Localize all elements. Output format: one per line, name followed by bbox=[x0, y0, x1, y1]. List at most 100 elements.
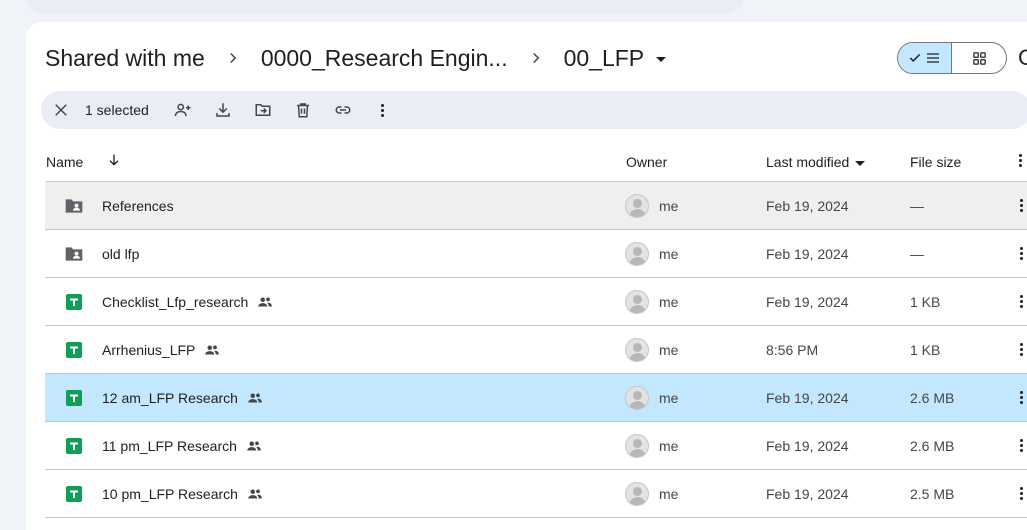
owner-cell: me bbox=[625, 230, 678, 277]
owner-name: me bbox=[659, 245, 679, 262]
dropdown-caret-icon bbox=[656, 56, 667, 62]
row-more-button[interactable] bbox=[1013, 422, 1027, 469]
file-name-cell: Arrhenius_LFP bbox=[102, 326, 221, 373]
owner-name: me bbox=[659, 437, 679, 454]
sort-caret-icon bbox=[855, 160, 866, 166]
details-button-partial[interactable]: C bbox=[1018, 45, 1027, 71]
copy-link-button[interactable] bbox=[323, 91, 363, 129]
file-row[interactable]: 10 pm_LFP Research me Feb 19, 2024 2.5 M… bbox=[45, 470, 1027, 518]
last-modified: Feb 19, 2024 bbox=[766, 197, 849, 214]
shared-folder-icon bbox=[65, 198, 83, 213]
row-more-button[interactable] bbox=[1013, 182, 1027, 229]
owner-name: me bbox=[659, 293, 679, 310]
row-more-button[interactable] bbox=[1013, 326, 1027, 373]
list-icon bbox=[927, 53, 939, 63]
column-file-size[interactable]: File size bbox=[910, 154, 961, 170]
more-vert-icon bbox=[1019, 343, 1023, 356]
more-vert-icon bbox=[1019, 154, 1022, 167]
file-row[interactable]: Checklist_Lfp_research me Feb 19, 2024 1… bbox=[45, 278, 1027, 326]
last-modified: 8:56 PM bbox=[766, 341, 819, 358]
file-size: — bbox=[910, 197, 924, 214]
file-name: References bbox=[102, 197, 174, 214]
more-vert-icon bbox=[1019, 391, 1023, 404]
column-owner[interactable]: Owner bbox=[626, 154, 667, 170]
file-name: Checklist_Lfp_research bbox=[102, 293, 249, 310]
file-size: 2.5 MB bbox=[910, 485, 955, 502]
arrow-down-icon bbox=[109, 154, 119, 166]
file-list: References me Feb 19, 2024 — old lfp me … bbox=[45, 182, 1027, 518]
download-button[interactable] bbox=[203, 91, 243, 129]
current-folder-label: 00_LFP bbox=[563, 44, 645, 71]
shared-people-icon bbox=[205, 345, 220, 354]
row-more-button[interactable] bbox=[1013, 278, 1027, 325]
google-sheets-icon bbox=[66, 293, 82, 310]
google-sheets-icon bbox=[66, 389, 82, 406]
owner-cell: me bbox=[625, 182, 678, 229]
owner-name: me bbox=[659, 485, 679, 502]
file-row[interactable]: Arrhenius_LFP me 8:56 PM 1 KB bbox=[45, 326, 1027, 374]
check-icon bbox=[909, 53, 921, 62]
file-type-icon-wrap bbox=[63, 182, 85, 229]
file-name: 10 pm_LFP Research bbox=[102, 485, 238, 502]
avatar bbox=[625, 241, 649, 266]
file-name-cell: Checklist_Lfp_research bbox=[102, 278, 274, 325]
more-vert-icon bbox=[1019, 487, 1023, 500]
column-size-label: File size bbox=[910, 154, 962, 170]
breadcrumb-shared-with-me[interactable]: Shared with me bbox=[45, 43, 205, 74]
trash-icon bbox=[296, 103, 309, 118]
owner-cell: me bbox=[625, 374, 678, 421]
download-icon bbox=[216, 103, 230, 117]
file-size: 2.6 MB bbox=[910, 389, 955, 406]
column-last-modified[interactable]: Last modified bbox=[766, 154, 866, 170]
file-name: old lfp bbox=[102, 245, 140, 262]
breadcrumb: Shared with me 0000_Research Engin... 00… bbox=[45, 40, 667, 76]
file-type-icon-wrap bbox=[63, 230, 85, 277]
more-vert-icon bbox=[1019, 247, 1023, 260]
column-options-button[interactable] bbox=[1019, 154, 1022, 167]
file-row[interactable]: 11 pm_LFP Research me Feb 19, 2024 2.6 M… bbox=[45, 422, 1027, 470]
owner-name: me bbox=[659, 197, 679, 214]
file-size: 1 KB bbox=[910, 341, 941, 358]
selected-count: 1 selected bbox=[85, 102, 149, 118]
column-name[interactable]: Name bbox=[46, 154, 83, 170]
move-to-folder-icon bbox=[255, 104, 271, 116]
share-button[interactable] bbox=[163, 91, 203, 129]
file-row[interactable]: old lfp me Feb 19, 2024 — bbox=[45, 230, 1027, 278]
file-name-cell: 10 pm_LFP Research bbox=[102, 470, 264, 517]
file-name: Arrhenius_LFP bbox=[102, 341, 196, 358]
search-bar-edge bbox=[26, 0, 744, 14]
last-modified: Feb 19, 2024 bbox=[766, 485, 849, 502]
chevron-right-icon bbox=[205, 49, 261, 67]
file-type-icon-wrap bbox=[63, 374, 85, 421]
last-modified: Feb 19, 2024 bbox=[766, 245, 849, 262]
file-row[interactable]: 12 am_LFP Research me Feb 19, 2024 2.6 M… bbox=[45, 374, 1027, 422]
list-view-button[interactable] bbox=[898, 43, 953, 73]
row-more-button[interactable] bbox=[1013, 374, 1027, 421]
move-button[interactable] bbox=[243, 91, 283, 129]
file-size: — bbox=[910, 245, 924, 262]
file-size: 1 KB bbox=[910, 293, 941, 310]
grid-view-button[interactable] bbox=[952, 43, 1006, 73]
row-more-button[interactable] bbox=[1013, 470, 1027, 517]
view-toggle bbox=[897, 42, 1007, 74]
last-modified: Feb 19, 2024 bbox=[766, 293, 849, 310]
column-owner-label: Owner bbox=[626, 154, 668, 170]
file-name-cell: old lfp bbox=[102, 230, 139, 277]
shared-folder-icon bbox=[65, 246, 83, 261]
breadcrumb-current-folder[interactable]: 00_LFP bbox=[564, 45, 667, 72]
share-person-icon bbox=[174, 103, 191, 117]
avatar bbox=[625, 385, 649, 410]
file-type-icon-wrap bbox=[63, 326, 85, 373]
table-header: Name Owner Last modified File size bbox=[46, 142, 1027, 182]
row-more-button[interactable] bbox=[1013, 230, 1027, 277]
delete-button[interactable] bbox=[283, 91, 323, 129]
breadcrumb-research-folder[interactable]: 0000_Research Engin... bbox=[261, 43, 508, 74]
shared-people-icon bbox=[248, 393, 262, 402]
avatar bbox=[625, 433, 649, 458]
file-row[interactable]: References me Feb 19, 2024 — bbox=[45, 182, 1027, 230]
more-actions-button[interactable] bbox=[363, 91, 403, 129]
sort-direction-button[interactable] bbox=[106, 152, 122, 168]
google-sheets-icon bbox=[66, 341, 82, 358]
clear-selection-button[interactable] bbox=[41, 91, 81, 129]
owner-cell: me bbox=[625, 422, 678, 469]
